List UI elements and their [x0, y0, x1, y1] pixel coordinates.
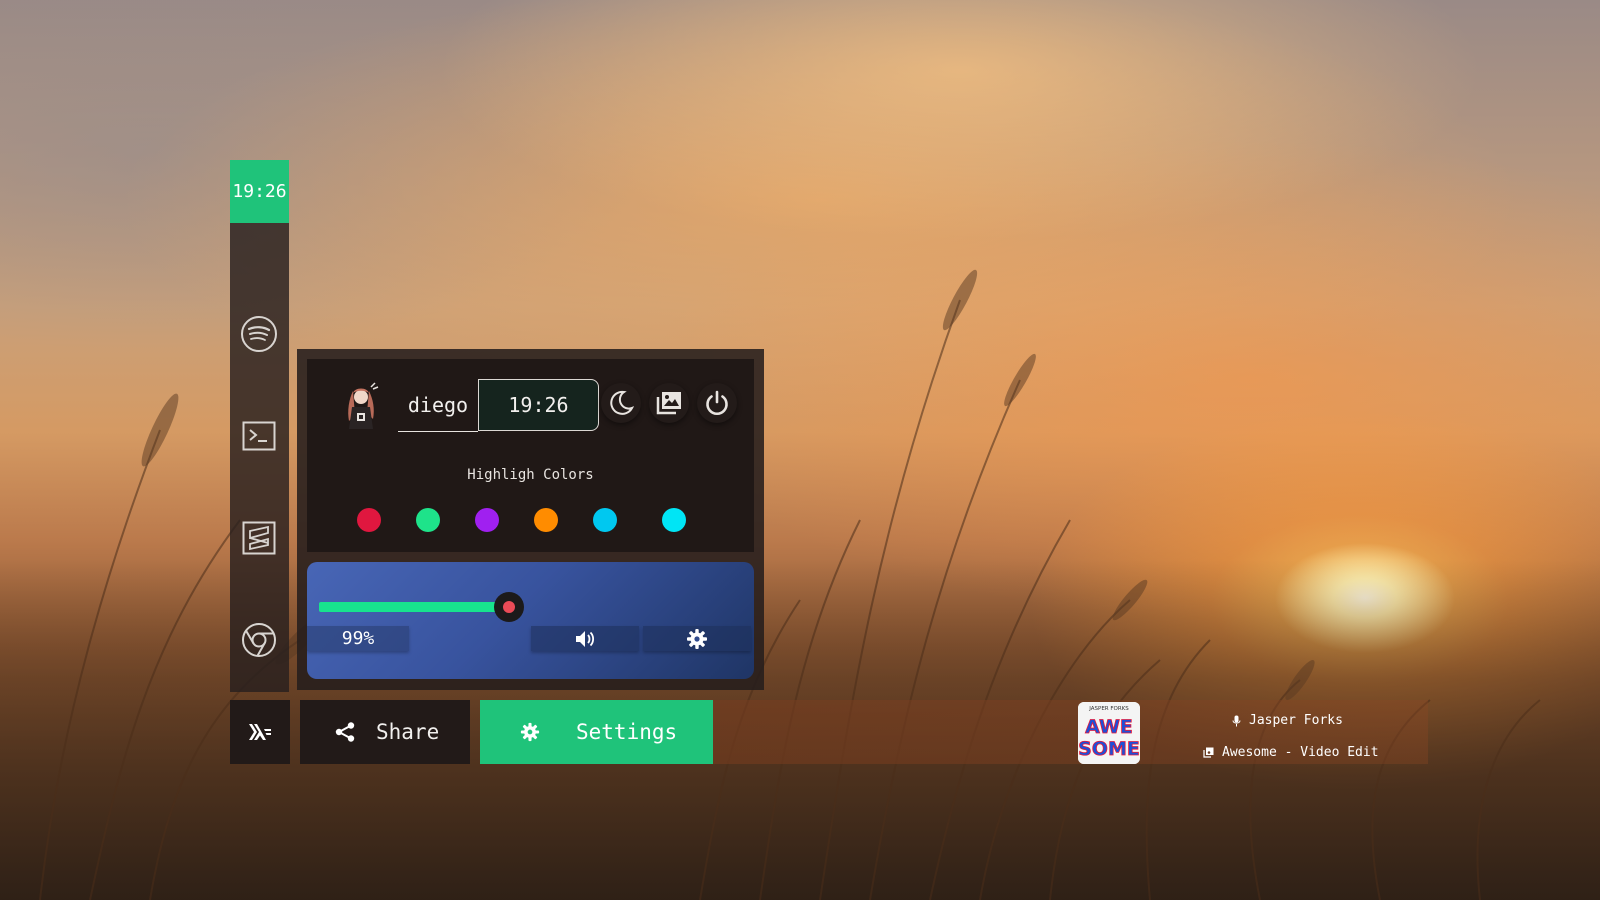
dock-app-terminal[interactable] [239, 416, 279, 456]
control-panel: diego 19:26 Highligh Colors 99% [297, 349, 764, 690]
color-swatch-cyan[interactable] [662, 508, 686, 532]
spotify-icon [241, 316, 277, 352]
sublime-icon [242, 521, 276, 555]
moon-icon [610, 390, 635, 415]
track-line: Awesome - Video Edit [1203, 745, 1379, 760]
album-title-line-2: SOME [1078, 738, 1140, 760]
share-icon [335, 722, 355, 742]
volume-slider-fill[interactable] [319, 602, 509, 612]
username: diego [398, 379, 478, 432]
gear-icon [687, 628, 707, 649]
dock-app-chrome[interactable] [239, 620, 279, 660]
microphone-icon [1232, 715, 1241, 726]
avatar[interactable] [335, 381, 387, 433]
volume-level: 99% [307, 626, 409, 651]
color-swatch-orange[interactable] [534, 508, 558, 532]
app-dock: 19:26 [230, 160, 289, 692]
haskell-logo-icon [249, 724, 271, 740]
power-button[interactable] [697, 383, 737, 423]
highlight-colors-title: Highligh Colors [467, 467, 594, 483]
mute-button[interactable] [531, 626, 639, 651]
audio-settings-button[interactable] [643, 626, 751, 651]
audio-card: 99% [307, 562, 754, 679]
wallpaper-button[interactable] [649, 383, 689, 423]
night-mode-button[interactable] [601, 383, 641, 423]
avatar-image [348, 382, 379, 429]
user-card: diego 19:26 Highligh Colors [307, 359, 754, 552]
launcher-button[interactable] [230, 700, 290, 764]
settings-button[interactable]: Settings [480, 700, 713, 764]
dock-clock: 19:26 [230, 160, 289, 223]
image-icon [656, 392, 681, 415]
color-swatch-green[interactable] [416, 508, 440, 532]
dock-app-sublime[interactable] [239, 518, 279, 558]
color-swatch-sky[interactable] [593, 508, 617, 532]
color-swatch-red[interactable] [357, 508, 381, 532]
color-swatch-purple[interactable] [475, 508, 499, 532]
album-title-line-1: AWE [1085, 716, 1133, 738]
settings-button-label: Settings [576, 720, 678, 744]
track-title: Awesome - Video Edit [1222, 745, 1379, 760]
volume-slider-handle[interactable] [494, 592, 524, 622]
terminal-icon [242, 421, 276, 451]
volume-icon [576, 630, 595, 647]
chrome-icon [242, 623, 276, 657]
dock-app-spotify[interactable] [239, 314, 279, 354]
share-button[interactable]: Share [300, 700, 470, 764]
artist-line: Jasper Forks [1232, 713, 1343, 728]
share-button-label: Share [376, 720, 440, 744]
album-top-text: JASPER FORKS [1088, 706, 1129, 712]
music-library-icon [1203, 747, 1214, 758]
artist-name: Jasper Forks [1249, 713, 1343, 728]
gear-icon [520, 722, 540, 742]
power-icon [706, 390, 728, 415]
panel-clock: 19:26 [478, 379, 599, 431]
album-art[interactable]: JASPER FORKS AWE SOME [1078, 702, 1140, 764]
album-cover-image: JASPER FORKS AWE SOME [1078, 702, 1140, 764]
